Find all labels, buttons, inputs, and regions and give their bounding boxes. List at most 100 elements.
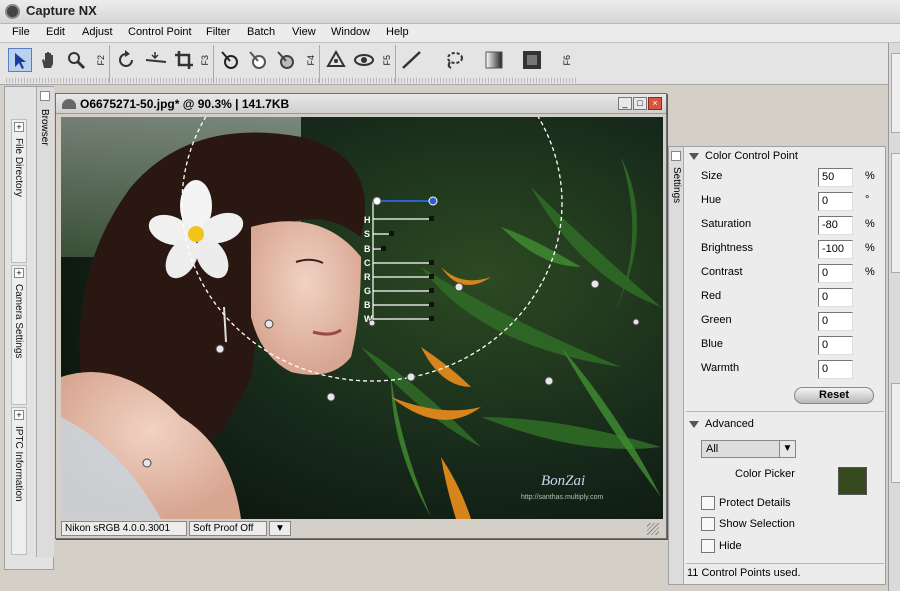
toolbar-group-selection: F6 [398, 45, 576, 83]
tab-iptc-information[interactable]: + IPTC Information [11, 407, 27, 555]
tab-browser-label: Browser [39, 109, 50, 146]
hide-checkbox[interactable] [701, 539, 715, 553]
photo-canvas[interactable]: H S B C R G B W BonZai http://santhas.mu… [61, 117, 663, 519]
toolbar-grip [216, 78, 319, 83]
control-point[interactable] [368, 319, 376, 327]
chevron-down-icon[interactable]: ▼ [779, 440, 796, 458]
expand-icon[interactable]: + [14, 410, 24, 420]
menu-help[interactable]: Help [386, 26, 409, 38]
param-label: Blue [701, 338, 724, 350]
param-input-contrast[interactable]: 0 [818, 264, 853, 283]
collapse-triangle-icon[interactable] [689, 420, 699, 428]
protect-details-label: Protect Details [719, 497, 791, 509]
param-input-warmth[interactable]: 0 [818, 360, 853, 379]
close-button[interactable]: × [648, 97, 662, 110]
control-point[interactable] [454, 282, 464, 292]
collapse-icon[interactable] [40, 91, 50, 101]
soft-proof-field[interactable]: Soft Proof Off [189, 521, 267, 536]
neutral-point-icon[interactable] [274, 48, 298, 72]
image-window-title-bar[interactable]: O6675271-50.jpg* @ 90.3% | 141.7KB _ □ × [56, 94, 666, 114]
left-palette: + File Directory + Camera Settings + IPT… [4, 86, 54, 570]
soft-proof-dropdown-icon[interactable]: ▼ [269, 521, 291, 536]
control-point[interactable] [264, 319, 274, 329]
tab-file-directory[interactable]: + File Directory [11, 119, 27, 263]
param-input-blue[interactable]: 0 [818, 336, 853, 355]
tab-settings[interactable]: Settings [669, 147, 684, 584]
minimize-button[interactable]: _ [618, 97, 632, 110]
expand-icon[interactable]: + [14, 268, 24, 278]
hand-icon[interactable] [36, 48, 60, 72]
fkey-f2-label: F2 [96, 55, 106, 66]
straighten-icon[interactable] [144, 48, 168, 72]
param-row-blue: Blue 0 [701, 336, 881, 356]
capture-nx-logo-icon [5, 4, 20, 19]
param-input-red[interactable]: 0 [818, 288, 853, 307]
docked-palette-tab[interactable] [891, 53, 900, 133]
slider-letter-b2: B [364, 300, 371, 310]
param-label: Size [701, 170, 723, 182]
tab-browser[interactable]: Browser [36, 87, 54, 557]
menu-adjust[interactable]: Adjust [82, 26, 113, 38]
image-document-icon [62, 99, 76, 109]
resize-grip-icon[interactable] [647, 523, 659, 535]
expand-icon[interactable]: + [14, 122, 24, 132]
menu-bar: File Edit Adjust Control Point Filter Ba… [0, 24, 900, 43]
control-point[interactable] [590, 279, 600, 289]
control-point[interactable] [215, 344, 225, 354]
menu-control-point[interactable]: Control Point [128, 26, 192, 38]
fill-icon[interactable] [520, 48, 544, 72]
param-label: Contrast [701, 266, 743, 278]
hide-label: Hide [719, 540, 742, 552]
reset-button[interactable]: Reset [794, 387, 874, 404]
menu-filter[interactable]: Filter [206, 26, 230, 38]
param-unit: % [865, 218, 875, 230]
param-input-saturation[interactable]: -80 [818, 216, 853, 235]
color-control-point-section[interactable]: Color Control Point [689, 150, 798, 162]
show-selection-checkbox[interactable] [701, 517, 715, 531]
control-point[interactable] [632, 318, 640, 326]
maximize-button[interactable]: □ [633, 97, 647, 110]
docked-palette-tab[interactable] [891, 153, 900, 273]
watermark-name: BonZai [541, 473, 585, 489]
param-input-hue[interactable]: 0 [818, 192, 853, 211]
white-point-icon[interactable] [246, 48, 270, 72]
menu-edit[interactable]: Edit [46, 26, 65, 38]
control-point[interactable] [406, 372, 416, 382]
menu-batch[interactable]: Batch [247, 26, 275, 38]
rotate-icon[interactable] [114, 48, 138, 72]
menu-window[interactable]: Window [331, 26, 370, 38]
tab-camera-settings[interactable]: + Camera Settings [11, 265, 27, 405]
advanced-section[interactable]: Advanced [689, 418, 754, 430]
menu-view[interactable]: View [292, 26, 316, 38]
red-eye-icon[interactable] [324, 48, 348, 72]
docked-palette-tab[interactable] [891, 383, 900, 483]
param-row-green: Green 0 [701, 312, 881, 332]
protect-details-checkbox[interactable] [701, 496, 715, 510]
param-input-size[interactable]: 50 [818, 168, 853, 187]
zoom-icon[interactable] [64, 48, 88, 72]
tab-iptc-information-label: IPTC Information [13, 426, 24, 502]
color-picker-swatch[interactable] [838, 467, 867, 495]
param-input-green[interactable]: 0 [818, 312, 853, 331]
param-unit: % [865, 170, 875, 182]
collapse-icon[interactable] [671, 151, 681, 161]
param-unit: % [865, 242, 875, 254]
crop-icon[interactable] [172, 48, 196, 72]
direct-select-icon[interactable] [8, 48, 32, 72]
param-input-brightness[interactable]: -100 [818, 240, 853, 259]
color-control-point-icon[interactable] [352, 48, 376, 72]
image-window[interactable]: O6675271-50.jpg* @ 90.3% | 141.7KB _ □ × [55, 93, 667, 539]
param-row-warmth: Warmth 0 [701, 360, 881, 380]
gradient-icon[interactable] [482, 48, 506, 72]
control-point[interactable] [142, 458, 152, 468]
lasso-icon[interactable] [442, 48, 466, 72]
collapse-triangle-icon[interactable] [689, 152, 699, 160]
tab-settings-label: Settings [671, 167, 682, 204]
black-point-icon[interactable] [218, 48, 242, 72]
control-point[interactable] [326, 392, 336, 402]
param-label: Hue [701, 194, 722, 206]
menu-file[interactable]: File [12, 26, 30, 38]
control-point[interactable] [544, 376, 554, 386]
line-tool-icon[interactable] [400, 48, 424, 72]
fkey-f5-label: F5 [382, 55, 392, 66]
